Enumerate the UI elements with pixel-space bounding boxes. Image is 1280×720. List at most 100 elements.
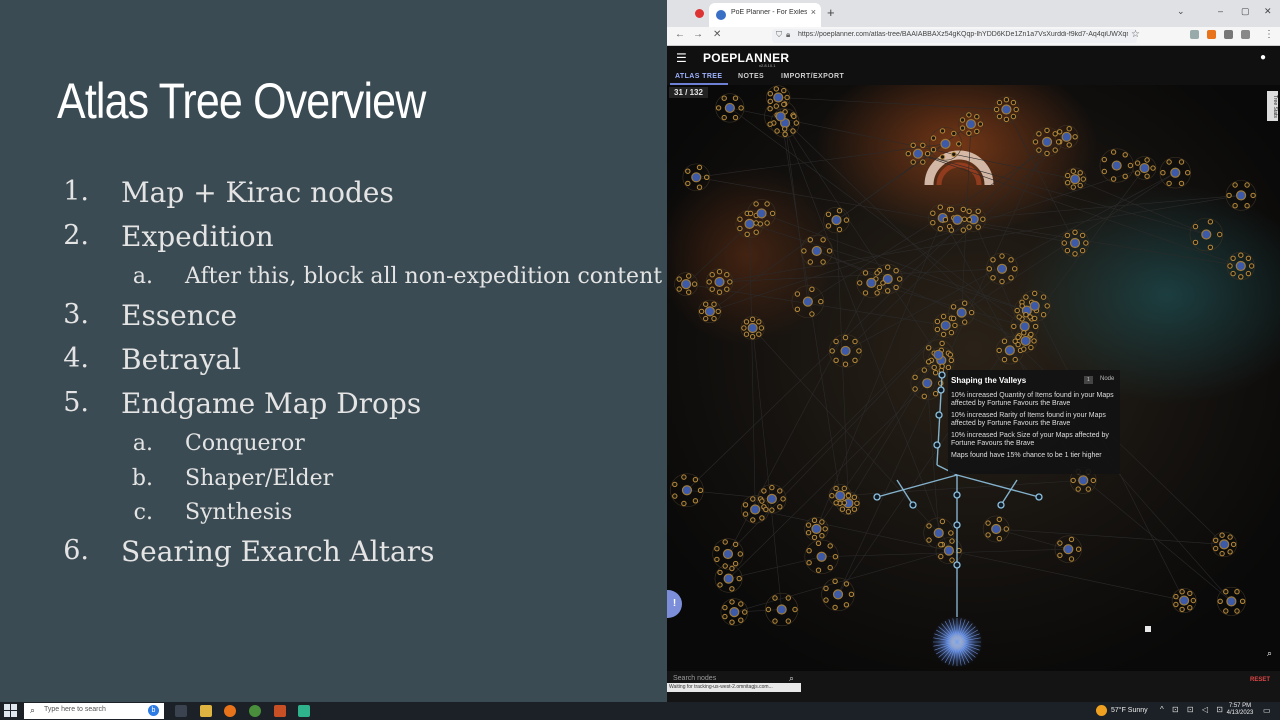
passive-node[interactable] <box>1057 540 1063 546</box>
passive-node[interactable] <box>1223 589 1229 595</box>
passive-node[interactable] <box>1166 159 1172 165</box>
passive-node[interactable] <box>1075 486 1081 492</box>
notable-node[interactable] <box>831 214 842 226</box>
passive-node[interactable] <box>930 146 937 153</box>
passive-node[interactable] <box>893 268 899 274</box>
passive-node[interactable] <box>1134 160 1141 166</box>
passive-node[interactable] <box>926 359 932 365</box>
tab-import-export[interactable]: IMPORT/EXPORT <box>781 73 844 80</box>
allocated-node[interactable] <box>997 501 1005 509</box>
notable-node[interactable] <box>775 111 786 122</box>
notable-node[interactable] <box>681 485 693 496</box>
notification-center-icon[interactable]: ▭ <box>1263 706 1271 715</box>
file-explorer-icon[interactable] <box>200 705 212 717</box>
passive-node[interactable] <box>805 530 812 536</box>
passive-node[interactable] <box>996 347 1002 354</box>
passive-node[interactable] <box>750 496 756 502</box>
passive-node[interactable] <box>1072 251 1078 257</box>
passive-node[interactable] <box>711 301 717 307</box>
minimize-button[interactable]: – <box>1218 6 1223 16</box>
notable-node[interactable] <box>991 523 1002 535</box>
passive-node[interactable] <box>1192 223 1199 230</box>
allocated-node[interactable] <box>953 521 961 529</box>
passive-node[interactable] <box>732 114 739 121</box>
passive-node[interactable] <box>951 151 957 158</box>
passive-node[interactable] <box>809 286 815 293</box>
passive-node[interactable] <box>833 500 839 506</box>
passive-node[interactable] <box>805 522 812 528</box>
passive-node[interactable] <box>937 204 943 210</box>
passive-node[interactable] <box>930 220 936 226</box>
windows-start-icon[interactable] <box>4 704 18 718</box>
notable-node[interactable] <box>933 527 944 539</box>
passive-node[interactable] <box>1250 192 1256 199</box>
passive-node[interactable] <box>724 286 730 292</box>
passive-node[interactable] <box>782 126 788 132</box>
passive-node[interactable] <box>952 322 958 329</box>
close-window-button[interactable]: ✕ <box>1264 6 1272 17</box>
passive-node[interactable] <box>717 569 723 576</box>
passive-node[interactable] <box>738 617 744 623</box>
chrome-icon[interactable] <box>249 705 261 717</box>
passive-node[interactable] <box>1219 550 1225 557</box>
passive-node[interactable] <box>949 538 955 544</box>
passive-node[interactable] <box>921 393 927 399</box>
passive-node[interactable] <box>1110 149 1117 155</box>
passive-node[interactable] <box>1122 152 1128 158</box>
passive-node[interactable] <box>966 130 972 136</box>
passive-node[interactable] <box>1192 239 1199 246</box>
passive-node[interactable] <box>1101 156 1107 163</box>
passive-node[interactable] <box>681 474 687 480</box>
notable-node[interactable] <box>714 276 725 288</box>
passive-node[interactable] <box>845 509 852 515</box>
passive-node[interactable] <box>820 237 826 243</box>
passive-node[interactable] <box>767 91 774 97</box>
passive-node[interactable] <box>736 575 742 582</box>
passive-node[interactable] <box>1190 597 1196 604</box>
passive-node[interactable] <box>1144 173 1150 179</box>
allocated-node[interactable] <box>1035 493 1043 501</box>
passive-node[interactable] <box>1150 165 1156 171</box>
passive-node[interactable] <box>962 319 968 325</box>
passive-node[interactable] <box>811 534 818 541</box>
passive-node[interactable] <box>1173 601 1179 608</box>
passive-node[interactable] <box>1077 170 1083 176</box>
passive-node[interactable] <box>1003 97 1010 103</box>
passive-node[interactable] <box>1187 590 1193 597</box>
passive-node[interactable] <box>1032 315 1038 322</box>
passive-node[interactable] <box>765 606 772 613</box>
notable-node[interactable] <box>952 214 963 225</box>
notable-node[interactable] <box>724 102 735 114</box>
passive-node[interactable] <box>1032 290 1038 297</box>
passive-node[interactable] <box>704 174 710 181</box>
passive-node[interactable] <box>691 281 698 287</box>
passive-node[interactable] <box>729 619 735 625</box>
passive-node[interactable] <box>709 272 715 278</box>
passive-node[interactable] <box>910 142 916 148</box>
passive-node[interactable] <box>732 541 739 548</box>
passive-node[interactable] <box>696 164 703 171</box>
passive-node[interactable] <box>1219 532 1225 538</box>
notable-node[interactable] <box>996 263 1008 274</box>
passive-node[interactable] <box>960 227 966 233</box>
passive-node[interactable] <box>993 106 1000 113</box>
passive-node[interactable] <box>714 556 720 563</box>
notable-node[interactable] <box>811 245 822 257</box>
passive-node[interactable] <box>767 121 773 127</box>
passive-node[interactable] <box>1015 334 1021 341</box>
passive-node[interactable] <box>939 363 945 369</box>
passive-node[interactable] <box>1207 219 1214 225</box>
passive-node[interactable] <box>1213 545 1219 552</box>
passive-node[interactable] <box>1185 170 1191 176</box>
passive-node[interactable] <box>836 226 843 233</box>
passive-node[interactable] <box>714 546 720 552</box>
notable-node[interactable] <box>747 322 758 334</box>
passive-node[interactable] <box>819 519 825 525</box>
passive-node[interactable] <box>974 128 980 135</box>
passive-node[interactable] <box>706 279 712 285</box>
notable-node[interactable] <box>1041 136 1053 148</box>
passive-node[interactable] <box>1217 598 1223 604</box>
passive-node[interactable] <box>715 308 721 315</box>
passive-node[interactable] <box>1036 131 1042 137</box>
passive-node[interactable] <box>1179 606 1185 613</box>
